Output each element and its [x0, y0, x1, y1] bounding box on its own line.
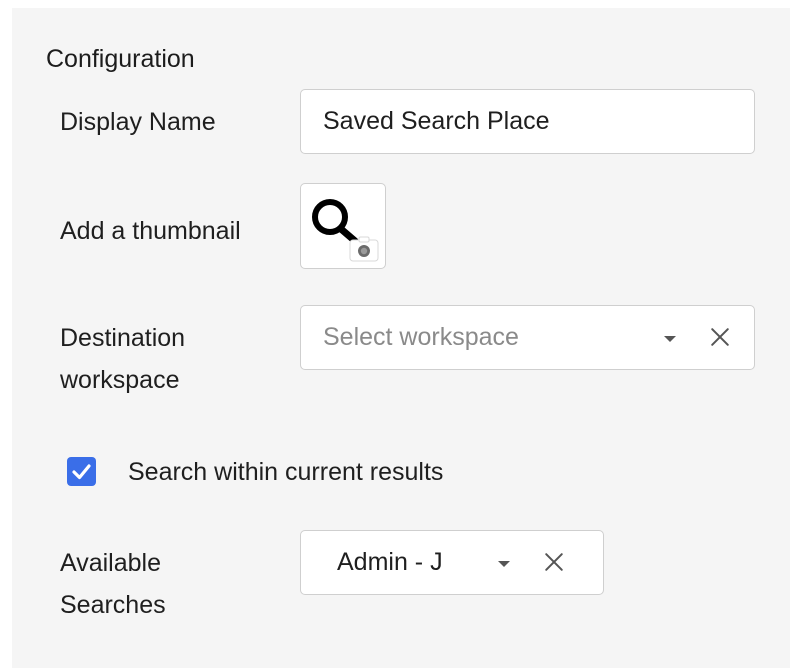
- available-searches-value: Admin - J: [337, 548, 443, 576]
- thumbnail-label: Add a thumbnail: [60, 217, 241, 245]
- available-searches-select[interactable]: Admin - J: [300, 530, 604, 595]
- display-name-label: Display Name: [60, 108, 216, 136]
- search-within-label[interactable]: Search within current results: [128, 451, 443, 493]
- camera-icon: [349, 236, 379, 262]
- configuration-panel: Configuration Display Name Saved Search …: [12, 8, 790, 668]
- chevron-down-icon[interactable]: [664, 336, 676, 342]
- thumbnail-picker-button[interactable]: [300, 183, 386, 269]
- destination-workspace-select[interactable]: Select workspace: [300, 305, 755, 370]
- close-icon[interactable]: [710, 327, 730, 347]
- destination-label-line1: Destination: [60, 324, 186, 352]
- close-icon[interactable]: [544, 552, 564, 572]
- display-name-value: Saved Search Place: [323, 107, 550, 135]
- chevron-down-icon[interactable]: [498, 561, 510, 567]
- search-within-checkbox[interactable]: [67, 457, 96, 486]
- available-searches-label-line2: Searches: [60, 591, 166, 619]
- destination-placeholder: Select workspace: [323, 323, 519, 351]
- display-name-input[interactable]: Saved Search Place: [300, 89, 755, 154]
- checkmark-icon: [72, 464, 91, 480]
- available-searches-label-line1: Available: [60, 549, 162, 577]
- section-heading: Configuration: [46, 45, 195, 73]
- destination-label-line2: workspace: [60, 366, 180, 394]
